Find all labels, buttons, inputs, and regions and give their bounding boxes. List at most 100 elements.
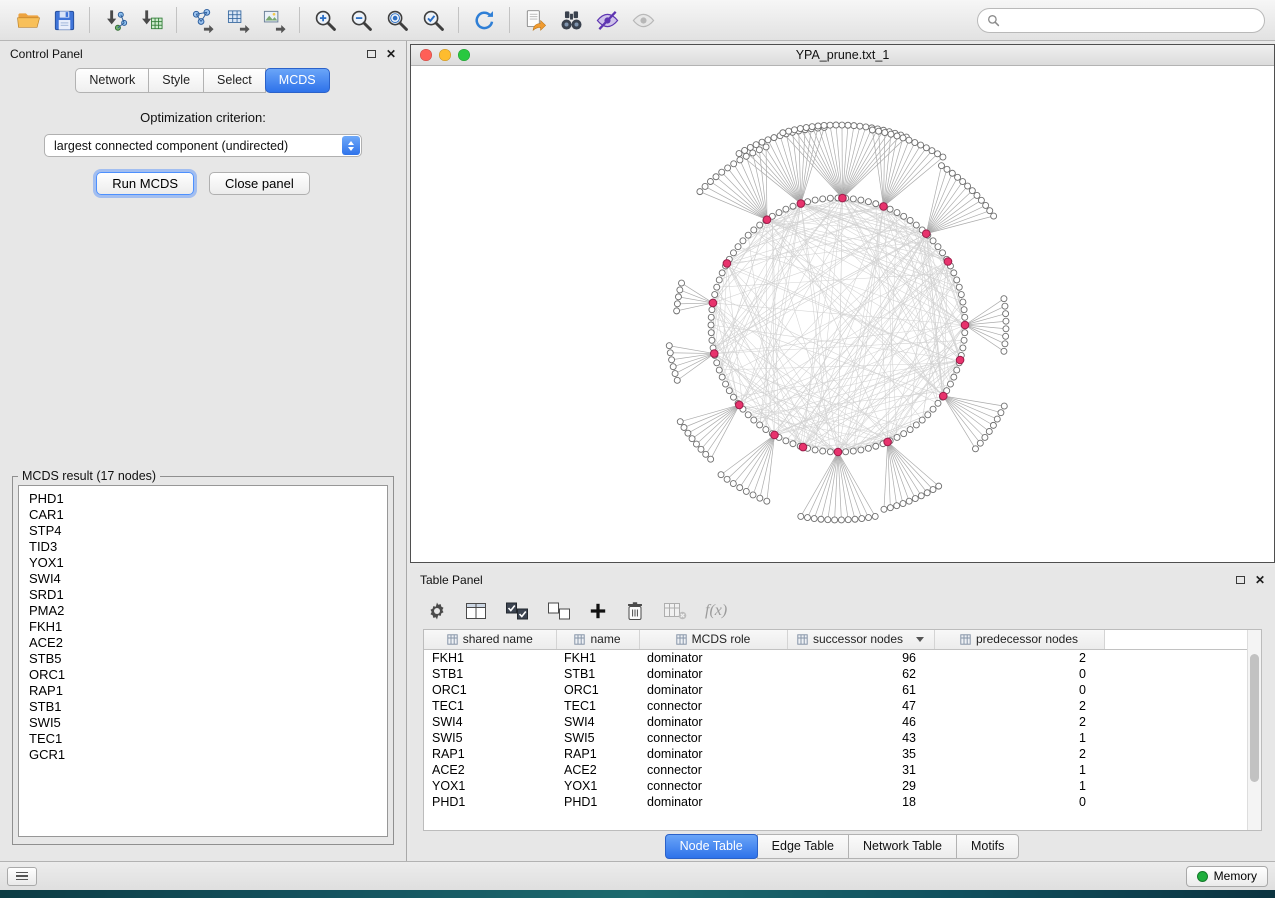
- cell-successor-nodes[interactable]: 18: [787, 794, 934, 810]
- close-window-icon[interactable]: [420, 49, 432, 61]
- export-image-button[interactable]: [256, 4, 292, 36]
- cell-predecessor-nodes[interactable]: 2: [934, 746, 1104, 762]
- cell-shared-name[interactable]: YOX1: [424, 778, 556, 794]
- cell-mcds-role[interactable]: connector: [639, 698, 787, 714]
- cell-name[interactable]: SWI4: [556, 714, 639, 730]
- cell-name[interactable]: SWI5: [556, 730, 639, 746]
- table-scrollbar-thumb[interactable]: [1250, 654, 1259, 782]
- search-box[interactable]: [977, 8, 1265, 33]
- mcds-result-item[interactable]: YOX1: [19, 555, 387, 571]
- cell-successor-nodes[interactable]: 31: [787, 762, 934, 778]
- open-folder-button[interactable]: [10, 4, 46, 36]
- table-row[interactable]: SWI4SWI4dominator462: [424, 714, 1247, 730]
- mcds-result-item[interactable]: RAP1: [19, 683, 387, 699]
- mcds-result-item[interactable]: CAR1: [19, 507, 387, 523]
- cell-shared-name[interactable]: ACE2: [424, 762, 556, 778]
- cell-predecessor-nodes[interactable]: 0: [934, 666, 1104, 682]
- cell-predecessor-nodes[interactable]: 2: [934, 714, 1104, 730]
- table-row[interactable]: FKH1FKH1dominator962: [424, 649, 1247, 666]
- cell-name[interactable]: PHD1: [556, 794, 639, 810]
- mcds-result-list[interactable]: PHD1CAR1STP4TID3YOX1SWI4SRD1PMA2FKH1ACE2…: [18, 485, 388, 837]
- column-header-name[interactable]: name: [556, 630, 639, 649]
- cell-shared-name[interactable]: SWI5: [424, 730, 556, 746]
- cell-name[interactable]: STB1: [556, 666, 639, 682]
- float-table-panel-icon[interactable]: [1236, 576, 1245, 584]
- import-table-button[interactable]: [133, 4, 169, 36]
- table-row[interactable]: RAP1RAP1dominator352: [424, 746, 1247, 762]
- cell-mcds-role[interactable]: connector: [639, 762, 787, 778]
- select-all-button[interactable]: [505, 601, 529, 621]
- mcds-result-item[interactable]: SWI5: [19, 715, 387, 731]
- close-table-panel-icon[interactable]: ✕: [1255, 574, 1265, 586]
- tab-style[interactable]: Style: [148, 68, 204, 93]
- cell-predecessor-nodes[interactable]: 2: [934, 698, 1104, 714]
- cell-shared-name[interactable]: TEC1: [424, 698, 556, 714]
- cell-mcds-role[interactable]: dominator: [639, 649, 787, 666]
- mcds-result-item[interactable]: STP4: [19, 523, 387, 539]
- mcds-result-item[interactable]: FKH1: [19, 619, 387, 635]
- table-row[interactable]: YOX1YOX1connector291: [424, 778, 1247, 794]
- sort-descending-icon[interactable]: [916, 637, 924, 642]
- network-canvas[interactable]: [411, 66, 1274, 562]
- table-tab-network-table[interactable]: Network Table: [848, 834, 957, 859]
- console-button[interactable]: [7, 867, 37, 886]
- cell-name[interactable]: FKH1: [556, 649, 639, 666]
- table-tab-motifs[interactable]: Motifs: [956, 834, 1019, 859]
- mcds-result-item[interactable]: PHD1: [19, 491, 387, 507]
- mcds-result-item[interactable]: TEC1: [19, 731, 387, 747]
- float-panel-icon[interactable]: [367, 50, 376, 58]
- cell-predecessor-nodes[interactable]: 0: [934, 682, 1104, 698]
- mcds-result-item[interactable]: SRD1: [19, 587, 387, 603]
- cell-successor-nodes[interactable]: 35: [787, 746, 934, 762]
- search-input[interactable]: [1006, 12, 1255, 28]
- cell-mcds-role[interactable]: dominator: [639, 794, 787, 810]
- table-settings-button[interactable]: [427, 601, 447, 621]
- delete-row-button[interactable]: [625, 600, 645, 622]
- mcds-result-item[interactable]: TID3: [19, 539, 387, 555]
- zoom-in-button[interactable]: [307, 4, 343, 36]
- optimization-criterion-select[interactable]: largest connected component (undirected): [44, 134, 362, 157]
- cell-name[interactable]: TEC1: [556, 698, 639, 714]
- cell-shared-name[interactable]: RAP1: [424, 746, 556, 762]
- import-network-button[interactable]: [97, 4, 133, 36]
- mcds-result-item[interactable]: ACE2: [19, 635, 387, 651]
- cell-successor-nodes[interactable]: 29: [787, 778, 934, 794]
- add-row-button[interactable]: [589, 602, 607, 620]
- mcds-result-item[interactable]: STB5: [19, 651, 387, 667]
- tab-mcds[interactable]: MCDS: [265, 68, 330, 93]
- deselect-all-button[interactable]: [547, 601, 571, 621]
- cell-name[interactable]: YOX1: [556, 778, 639, 794]
- cell-name[interactable]: ACE2: [556, 762, 639, 778]
- column-header-MCDS-role[interactable]: MCDS role: [639, 630, 787, 649]
- table-scrollbar[interactable]: [1247, 630, 1261, 830]
- cell-predecessor-nodes[interactable]: 1: [934, 762, 1104, 778]
- hide-annotations-button[interactable]: [589, 4, 625, 36]
- cell-shared-name[interactable]: FKH1: [424, 649, 556, 666]
- column-header-shared-name[interactable]: shared name: [424, 630, 556, 649]
- cell-mcds-role[interactable]: connector: [639, 778, 787, 794]
- mcds-result-item[interactable]: PMA2: [19, 603, 387, 619]
- table-row[interactable]: PHD1PHD1dominator180: [424, 794, 1247, 810]
- maximize-window-icon[interactable]: [458, 49, 470, 61]
- close-panel-icon[interactable]: ✕: [386, 48, 396, 60]
- network-window-titlebar[interactable]: YPA_prune.txt_1: [411, 45, 1274, 66]
- table-row[interactable]: ACE2ACE2connector311: [424, 762, 1247, 778]
- cell-predecessor-nodes[interactable]: 2: [934, 649, 1104, 666]
- share-document-button[interactable]: [517, 4, 553, 36]
- zoom-selected-button[interactable]: [415, 4, 451, 36]
- cell-mcds-role[interactable]: dominator: [639, 746, 787, 762]
- cell-mcds-role[interactable]: connector: [639, 730, 787, 746]
- cell-shared-name[interactable]: PHD1: [424, 794, 556, 810]
- cell-name[interactable]: RAP1: [556, 746, 639, 762]
- cell-successor-nodes[interactable]: 43: [787, 730, 934, 746]
- mcds-result-item[interactable]: SWI4: [19, 571, 387, 587]
- table-tab-edge-table[interactable]: Edge Table: [757, 834, 849, 859]
- save-session-button[interactable]: [46, 4, 82, 36]
- cell-successor-nodes[interactable]: 47: [787, 698, 934, 714]
- cell-successor-nodes[interactable]: 96: [787, 649, 934, 666]
- run-mcds-button[interactable]: Run MCDS: [96, 172, 194, 195]
- zoom-out-button[interactable]: [343, 4, 379, 36]
- cell-predecessor-nodes[interactable]: 1: [934, 778, 1104, 794]
- tab-network[interactable]: Network: [75, 68, 149, 93]
- cell-shared-name[interactable]: ORC1: [424, 682, 556, 698]
